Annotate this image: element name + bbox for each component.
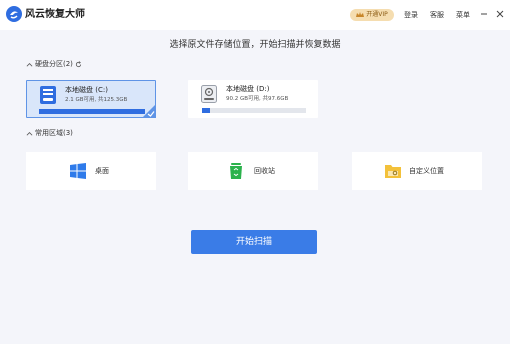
app-logo-icon <box>6 6 22 22</box>
windows-desktop-icon <box>70 163 86 179</box>
refresh-icon[interactable] <box>75 60 82 68</box>
disk-drive-icon <box>40 86 56 104</box>
drive-size: 2.1 GB可用, 共125.3GB <box>65 97 128 103</box>
crown-icon <box>356 12 365 17</box>
drive-usage-bar <box>39 109 145 114</box>
area-desktop[interactable]: 桌面 <box>26 152 156 190</box>
drive-name: 本地磁盘 (C:) <box>65 86 108 94</box>
vip-label: 开通VIP <box>366 11 388 18</box>
area-label: 回收站 <box>254 167 275 175</box>
close-icon <box>496 10 504 18</box>
selected-check-icon <box>142 104 156 118</box>
hard-disk-icon <box>201 85 217 103</box>
area-label: 自定义位置 <box>409 167 444 175</box>
chevron-up-icon <box>26 131 33 136</box>
folder-icon <box>385 165 401 178</box>
drive-size: 90.2 GB可用, 共97.6GB <box>226 96 289 102</box>
drives-section-header[interactable]: 硬盘分区(2) <box>26 59 82 69</box>
minimize-icon <box>481 13 487 15</box>
area-recycle-bin[interactable]: 回收站 <box>188 152 318 190</box>
menu-link[interactable]: 菜单 <box>456 9 470 21</box>
vip-button[interactable]: 开通VIP <box>350 9 394 21</box>
login-link[interactable]: 登录 <box>404 9 418 21</box>
service-link[interactable]: 客服 <box>430 9 444 21</box>
drive-usage-bar <box>202 108 306 113</box>
common-section-header[interactable]: 常用区域(3) <box>26 128 73 138</box>
common-section-label: 常用区域(3) <box>35 129 73 137</box>
drive-usage-fill <box>202 108 211 113</box>
minimize-button[interactable] <box>479 9 489 19</box>
drive-name: 本地磁盘 (D:) <box>226 85 270 93</box>
drive-card-d[interactable]: 本地磁盘 (D:) 90.2 GB可用, 共97.6GB <box>188 80 318 118</box>
chevron-up-icon <box>26 62 33 67</box>
close-button[interactable] <box>495 9 505 19</box>
area-label: 桌面 <box>95 167 109 175</box>
title-bar: 风云恢复大师 开通VIP 登录 客服 菜单 <box>0 0 510 30</box>
area-custom-location[interactable]: 自定义位置 <box>352 152 482 190</box>
page-title: 选择原文件存储位置，开始扫描并恢复数据 <box>169 40 341 50</box>
app-title: 风云恢复大师 <box>25 9 85 20</box>
drive-card-c[interactable]: 本地磁盘 (C:) 2.1 GB可用, 共125.3GB <box>26 80 156 118</box>
drives-section-label: 硬盘分区(2) <box>35 60 73 68</box>
recycle-bin-icon <box>230 163 242 179</box>
start-scan-button[interactable]: 开始扫描 <box>191 230 317 254</box>
